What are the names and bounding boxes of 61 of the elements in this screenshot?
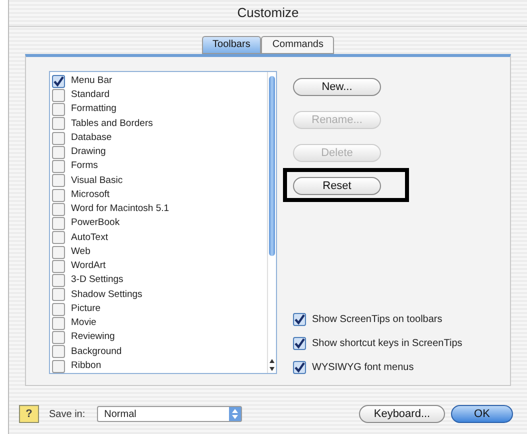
dropdown-arrows-icon <box>229 407 242 422</box>
list-item[interactable]: Formatting <box>71 102 116 117</box>
list-item[interactable]: WordArt <box>71 259 106 274</box>
checkbox[interactable] <box>52 345 65 358</box>
option-label[interactable]: WYSIWYG font menus <box>312 360 414 376</box>
checkbox[interactable] <box>52 331 65 344</box>
checkbox[interactable] <box>52 117 65 130</box>
list-item[interactable]: Forms <box>71 159 98 174</box>
list-item[interactable]: Microsoft <box>71 188 110 202</box>
checked-checkbox[interactable] <box>52 74 65 88</box>
save-in-select[interactable]: Normal <box>97 406 242 422</box>
checked-checkbox[interactable] <box>293 361 306 374</box>
list-item[interactable]: Background <box>71 344 122 359</box>
checkbox[interactable] <box>52 160 65 174</box>
checkbox[interactable] <box>52 302 65 316</box>
save-in-label: Save in: <box>49 408 86 422</box>
scroll-arrows-icon[interactable] <box>268 356 276 373</box>
option-label[interactable]: Show ScreenTips on toolbars <box>312 312 442 328</box>
checkbox[interactable] <box>52 246 65 259</box>
checked-checkbox[interactable] <box>293 337 306 350</box>
help-button[interactable]: ? <box>19 405 39 424</box>
checkbox[interactable] <box>52 188 65 202</box>
list-item[interactable]: Ribbon <box>71 358 102 374</box>
list-item[interactable]: Shadow Settings <box>71 288 142 302</box>
checkbox[interactable] <box>52 231 65 244</box>
checkbox[interactable] <box>52 288 65 302</box>
checkbox[interactable] <box>52 88 65 102</box>
list-item[interactable]: Picture <box>71 302 101 316</box>
list-item[interactable]: Word for Macintosh 5.1 <box>71 202 170 216</box>
list-item[interactable]: Database <box>71 130 112 146</box>
ok-button[interactable]: OK <box>451 405 513 424</box>
checkbox[interactable] <box>52 103 65 116</box>
list-item[interactable]: Web <box>71 244 90 260</box>
list-item[interactable]: AutoText <box>71 230 108 245</box>
list-item[interactable]: 3-D Settings <box>71 273 124 288</box>
checked-checkbox[interactable] <box>293 313 306 326</box>
window-title: Customize <box>237 4 299 22</box>
checkbox[interactable] <box>52 174 65 188</box>
dialog-button[interactable]: Reset <box>293 176 381 195</box>
tab[interactable]: Commands <box>261 36 334 54</box>
checkbox[interactable] <box>52 360 65 373</box>
list-item[interactable]: Reviewing <box>71 330 115 345</box>
list-item[interactable]: Menu Bar <box>71 74 112 88</box>
option-label[interactable]: Show shortcut keys in ScreenTips <box>312 336 462 352</box>
dialog-button[interactable]: New... <box>293 78 381 96</box>
checkbox[interactable] <box>52 217 65 230</box>
list-item[interactable]: PowerBook <box>71 216 120 231</box>
list-item[interactable]: Visual Basic <box>71 174 123 188</box>
tab[interactable]: Toolbars <box>202 36 262 54</box>
keyboard-button[interactable]: Keyboard... <box>359 405 445 424</box>
checkbox[interactable] <box>52 274 65 288</box>
list-item[interactable]: Tables and Borders <box>71 116 153 131</box>
list-item[interactable]: Drawing <box>71 145 106 160</box>
checkbox[interactable] <box>52 260 65 273</box>
list-item[interactable]: Movie <box>71 316 96 330</box>
checkbox[interactable] <box>52 146 65 159</box>
list-item[interactable]: Standard <box>71 88 110 102</box>
scrollbar[interactable] <box>267 72 276 373</box>
checkbox[interactable] <box>52 316 65 330</box>
checkbox[interactable] <box>52 132 65 145</box>
checkbox[interactable] <box>52 202 65 216</box>
